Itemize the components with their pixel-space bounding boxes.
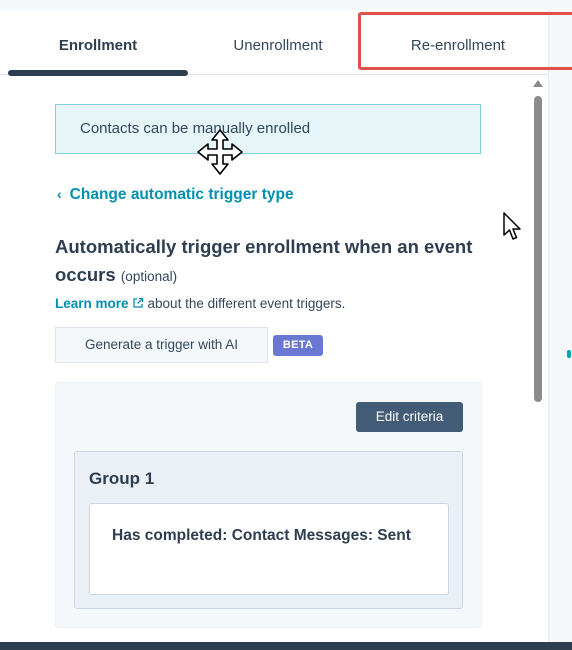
beta-badge: BETA	[273, 335, 323, 356]
heading-text: Automatically trigger enrollment when an…	[55, 236, 473, 285]
chevron-left-icon: ‹	[57, 186, 62, 202]
learn-more-link[interactable]: Learn more	[55, 296, 129, 311]
filter-card[interactable]	[89, 503, 449, 595]
learn-more-line: Learn more about the different event trig…	[55, 296, 345, 311]
tab-re-enrollment[interactable]: Re-enrollment	[368, 18, 548, 74]
filter-text: Has completed: Contact Messages: Sent	[112, 527, 411, 544]
change-trigger-type-link[interactable]: ‹ Change automatic trigger type	[57, 186, 294, 204]
external-link-icon[interactable]	[132, 297, 144, 309]
optional-label: (optional)	[120, 269, 178, 284]
scroll-thumb[interactable]	[534, 96, 542, 402]
enrollment-alert: Contacts can be manually enrolled	[55, 104, 481, 154]
edit-criteria-button[interactable]: Edit criteria	[356, 402, 463, 432]
bottom-bar	[0, 642, 572, 650]
section-heading: Automatically trigger enrollment when an…	[55, 233, 475, 291]
learn-more-text: about the different event triggers.	[147, 296, 346, 311]
active-tab-indicator	[8, 70, 188, 76]
generate-trigger-ai-button[interactable]: Generate a trigger with AI	[55, 327, 268, 363]
right-edge-indicator	[567, 350, 571, 358]
tab-unenrollment[interactable]: Unenrollment	[188, 18, 368, 74]
back-link-label: Change automatic trigger type	[69, 186, 294, 203]
group-title: Group 1	[89, 469, 155, 488]
scrollbar[interactable]	[530, 80, 546, 640]
tab-bar: Enrollment Unenrollment Re-enrollment	[0, 18, 548, 75]
mouse-pointer-icon	[503, 212, 521, 240]
scroll-up-arrow-icon[interactable]	[533, 80, 543, 87]
tab-enrollment[interactable]: Enrollment	[8, 18, 188, 74]
top-strip	[0, 0, 572, 10]
right-gutter	[548, 10, 572, 642]
move-cursor-icon	[197, 129, 243, 175]
